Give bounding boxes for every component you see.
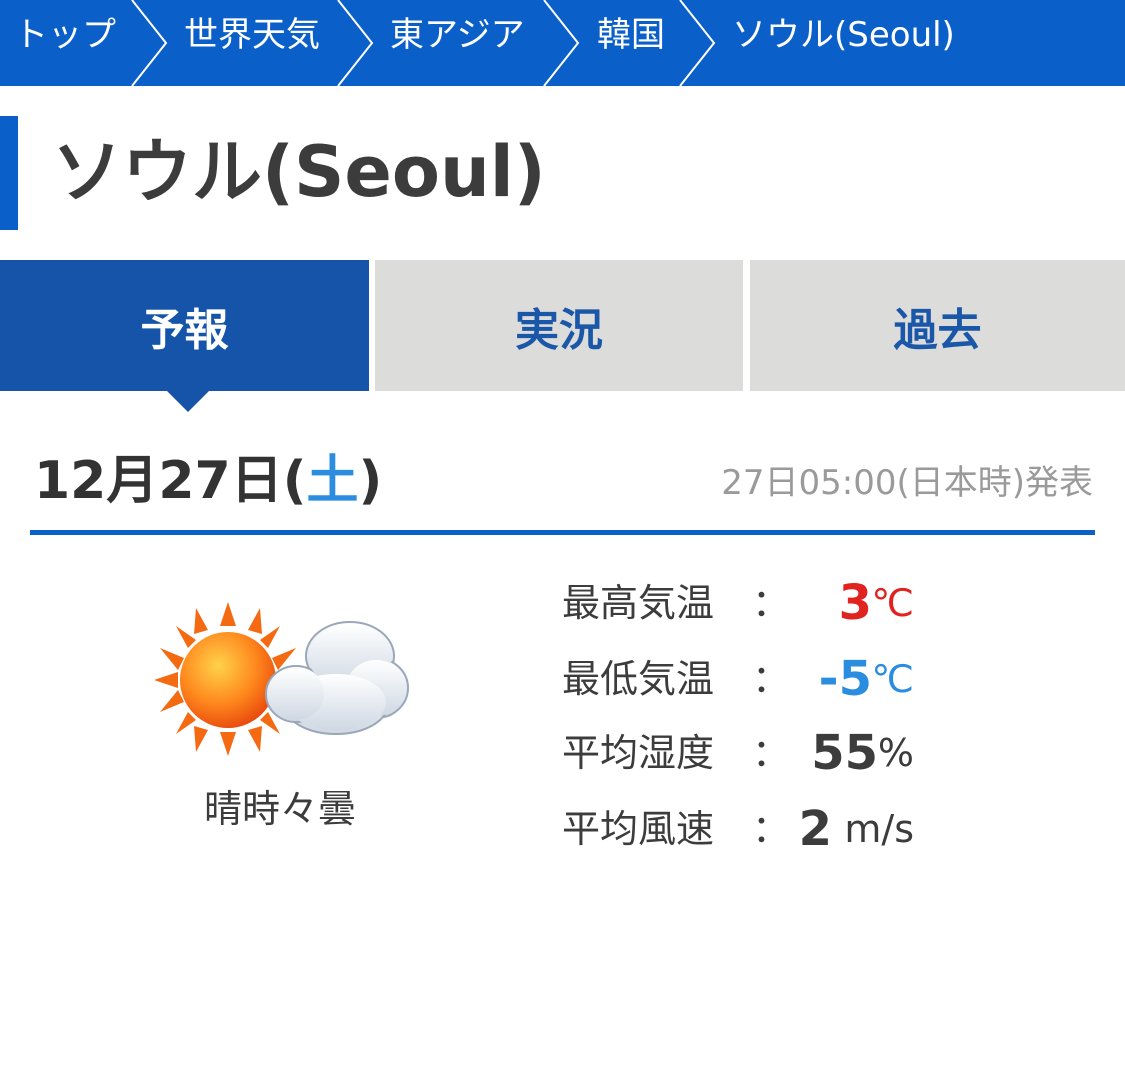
- stat-row-avg-wind-speed: 平均風速 ： 2 m/s: [562, 798, 922, 860]
- breadcrumb-separator-icon: [679, 0, 716, 86]
- breadcrumb-top-link[interactable]: トップ: [14, 0, 116, 70]
- stat-value-box: 2 m/s: [792, 798, 914, 860]
- tab-past[interactable]: 過去: [750, 260, 1125, 391]
- stat-label: 最低気温: [562, 657, 715, 701]
- date-suffix: ): [358, 451, 383, 511]
- breadcrumb-separator-icon: [337, 0, 374, 86]
- stat-colon: ：: [752, 581, 791, 625]
- stat-value: -5: [818, 651, 872, 707]
- stat-unit: ℃: [871, 657, 914, 701]
- stat-unit: m/s: [844, 807, 914, 851]
- stat-label: 最高気温: [562, 581, 715, 625]
- stat-value: 2: [798, 801, 832, 857]
- published-time: 27日05:00(日本時)発表: [721, 463, 1093, 503]
- stat-colon: ：: [752, 731, 791, 775]
- title-accent-bar: [0, 116, 18, 230]
- breadcrumb-korea-link[interactable]: 韓国: [597, 0, 665, 70]
- tab-forecast[interactable]: 予報: [0, 260, 369, 391]
- breadcrumb-separator-icon: [543, 0, 580, 86]
- breadcrumb-current: ソウル(Seoul): [732, 15, 955, 55]
- date-prefix: 12月27日(: [34, 451, 307, 511]
- weather-description: 晴時々曇: [203, 787, 356, 831]
- stat-row-avg-humidity: 平均湿度 ： 55 %: [562, 722, 922, 784]
- stat-value: 55: [811, 725, 878, 781]
- stat-unit: %: [877, 731, 914, 775]
- stat-colon: ：: [752, 657, 791, 701]
- active-tab-pointer: [166, 390, 210, 412]
- date-divider: [30, 530, 1095, 535]
- breadcrumb-separator-icon: [131, 0, 168, 86]
- stat-row-high-temp: 最高気温 ： 3 ℃: [562, 572, 922, 634]
- breadcrumb: トップ 世界天気 東アジア 韓国 ソウル(Seoul): [0, 0, 1125, 86]
- stat-value: 3: [838, 575, 872, 631]
- tab-current-conditions[interactable]: 実況: [375, 260, 743, 391]
- stat-value-box: 3 ℃: [792, 572, 914, 634]
- forecast-date: 12月27日(土): [34, 446, 382, 516]
- stat-label: 平均風速: [562, 807, 715, 851]
- sun-with-cloud-icon: [154, 602, 409, 756]
- stat-colon: ：: [752, 807, 791, 851]
- stat-row-low-temp: 最低気温 ： -5 ℃: [562, 648, 922, 710]
- stat-label: 平均湿度: [562, 731, 715, 775]
- breadcrumb-world-weather-link[interactable]: 世界天気: [184, 0, 320, 70]
- page-title: ソウル(Seoul): [52, 131, 546, 213]
- date-weekday: 土: [306, 451, 359, 511]
- stat-value-box: -5 ℃: [792, 648, 914, 710]
- breadcrumb-east-asia-link[interactable]: 東アジア: [390, 0, 525, 70]
- stat-unit: ℃: [871, 581, 914, 625]
- stat-value-box: 55 %: [792, 722, 914, 784]
